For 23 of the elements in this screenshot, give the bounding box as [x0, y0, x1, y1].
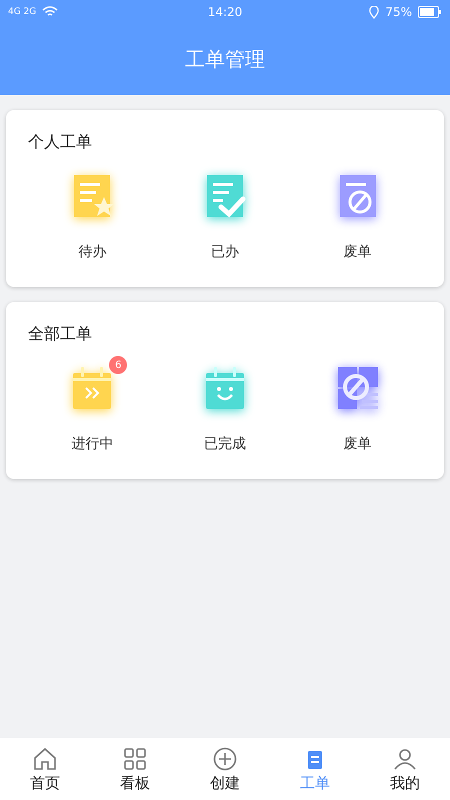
battery-percent: 75%: [385, 5, 412, 19]
battery-icon: [418, 6, 442, 18]
tab[interactable]: 首页: [0, 738, 90, 800]
home-icon: [32, 746, 58, 772]
network-indicator: 4G 2G: [8, 7, 36, 17]
plus-icon: [212, 746, 238, 772]
count-badge: 6: [109, 356, 128, 374]
item-label[interactable]: 废单: [344, 243, 372, 261]
section-title: 个人工单: [28, 132, 93, 153]
item-label[interactable]: 待办: [78, 243, 106, 261]
item-label[interactable]: 已办: [210, 243, 239, 261]
tab[interactable]: 我的: [360, 738, 450, 800]
page-title: 工单管理: [185, 46, 265, 73]
location-icon: [369, 6, 380, 18]
section-title: 全部工单: [28, 324, 93, 345]
wifi-icon: [42, 6, 58, 18]
item-label[interactable]: 已完成: [204, 435, 246, 453]
item-label[interactable]: 废单: [344, 435, 372, 453]
tab[interactable]: 创建: [180, 738, 270, 800]
tab[interactable]: 看板: [90, 738, 180, 800]
item-label[interactable]: 进行中: [71, 435, 114, 453]
grid-icon: [122, 746, 148, 772]
status-time: 14:20: [208, 5, 242, 19]
